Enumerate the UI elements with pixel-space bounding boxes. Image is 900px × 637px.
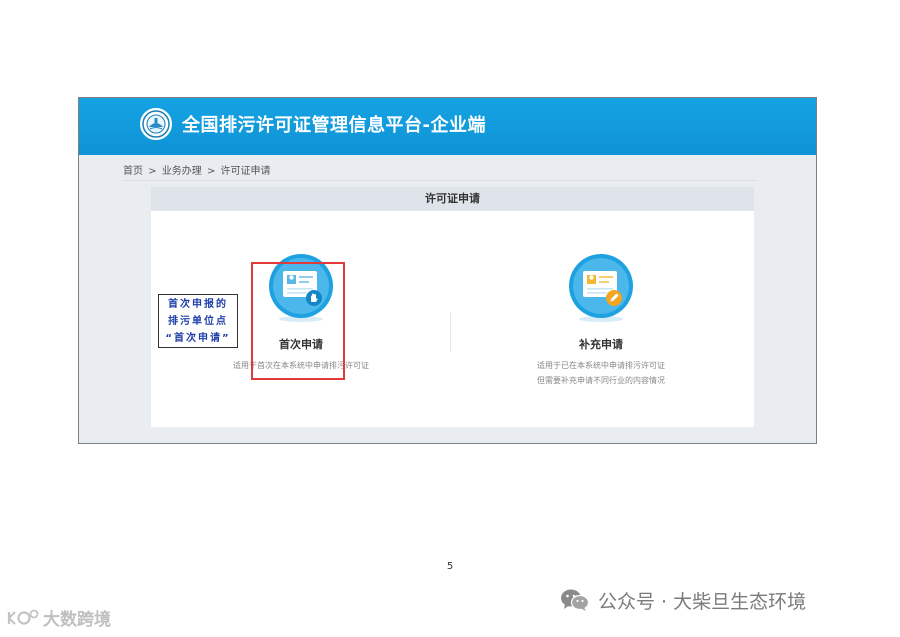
id-card-pencil-icon xyxy=(569,254,633,322)
annotation-callout: 首次申报的 排污单位点 “首次申请” xyxy=(158,294,238,348)
breadcrumb-current: 许可证申请 xyxy=(220,166,271,177)
emblem-icon xyxy=(140,108,172,140)
wechat-account-name: 公众号 · 大柴旦生态环境 xyxy=(598,590,807,613)
license-application-panel: 许可证申请 首次申请 适用于首次在本系统中申请排污许可证 补充申请 适用于已在本… xyxy=(151,187,754,427)
app-window: 全国排污许可证管理信息平台-企业端 首页 > 业务办理 > 许可证申请 许可证申… xyxy=(78,97,817,444)
supplementary-desc-line: 但需要补充申请不同行业的内容情况 xyxy=(537,376,665,385)
wechat-icon xyxy=(561,589,590,611)
app-title: 全国排污许可证管理信息平台-企业端 xyxy=(182,115,486,136)
watermark-logo-icon xyxy=(7,609,39,625)
breadcrumb: 首页 > 业务办理 > 许可证申请 xyxy=(123,162,271,177)
annotation-line: 排污单位点 xyxy=(168,316,228,327)
supplementary-desc-line: 适用于已在本系统中申请排污许可证 xyxy=(537,361,665,370)
breadcrumb-separator: > xyxy=(148,166,157,177)
bottom-watermark: 大数跨境 xyxy=(6,605,111,630)
app-header: 全国排污许可证管理信息平台-企业端 xyxy=(79,98,816,155)
breadcrumb-business[interactable]: 业务办理 xyxy=(162,166,202,177)
panel-title: 许可证申请 xyxy=(151,187,754,211)
supplementary-application-option[interactable]: 补充申请 适用于已在本系统中申请排污许可证 但需要补充申请不同行业的内容情况 xyxy=(491,253,711,388)
highlight-box xyxy=(251,262,345,380)
supplementary-application-desc: 适用于已在本系统中申请排污许可证 但需要补充申请不同行业的内容情况 xyxy=(491,358,711,388)
breadcrumb-home[interactable]: 首页 xyxy=(123,166,143,177)
annotation-line: 首次申报的 xyxy=(168,299,228,310)
options-divider xyxy=(450,312,451,352)
breadcrumb-separator: > xyxy=(206,166,216,177)
watermark-brand: 大数跨境 xyxy=(43,610,111,630)
breadcrumb-divider xyxy=(123,180,756,181)
wechat-watermark: 公众号 · 大柴旦生态环境 xyxy=(560,587,806,613)
page-number: 5 xyxy=(446,561,454,572)
annotation-line: “首次申请” xyxy=(165,333,231,344)
supplementary-application-label: 补充申请 xyxy=(579,338,623,351)
